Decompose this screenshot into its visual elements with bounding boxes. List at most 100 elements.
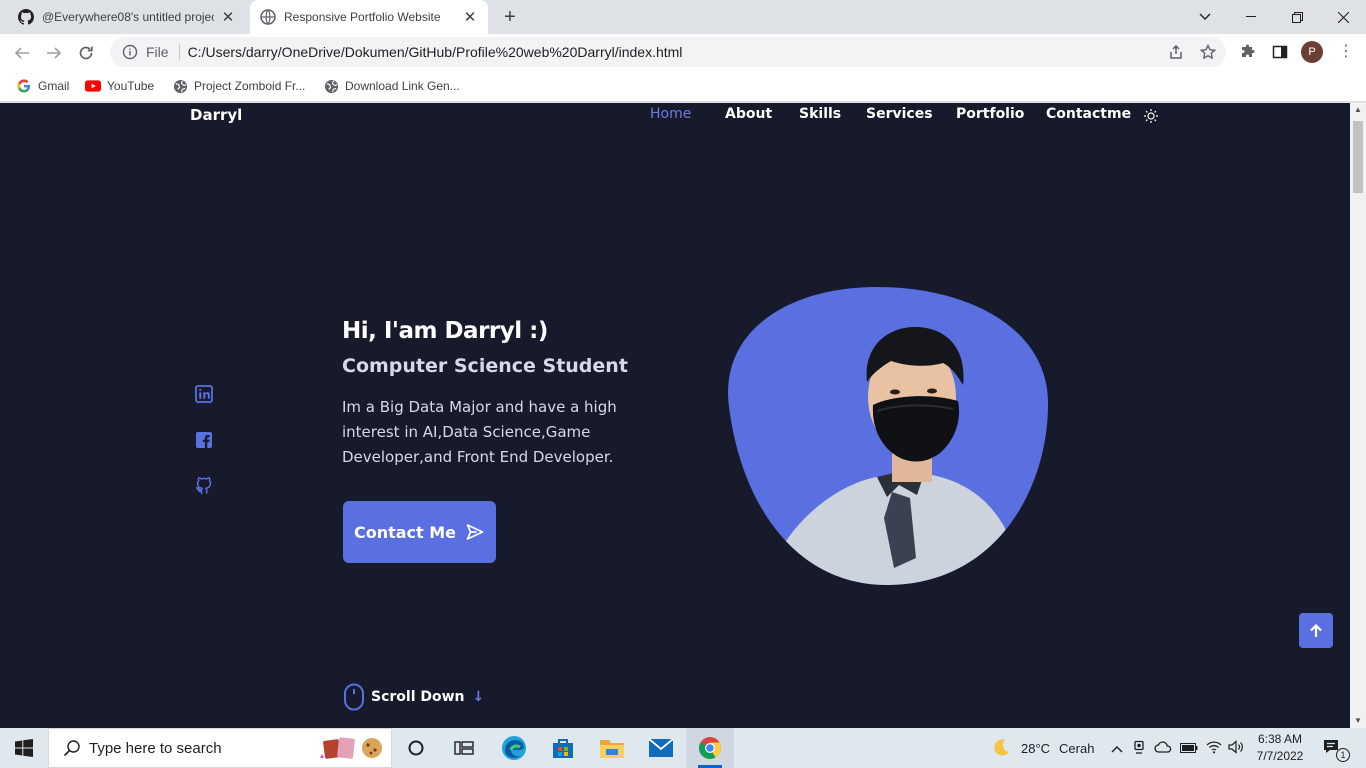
nav-skills[interactable]: Skills (799, 106, 866, 122)
youtube-icon (85, 78, 101, 94)
close-icon[interactable]: ✕ (462, 8, 478, 26)
windows-logo-icon (15, 739, 33, 757)
bookmark-label: Project Zomboid Fr... (194, 79, 306, 93)
send-icon (466, 524, 484, 540)
tab-search-chevron-icon[interactable] (1182, 0, 1228, 34)
search-icon (63, 740, 80, 757)
wifi-icon[interactable] (1206, 740, 1222, 757)
google-icon (16, 78, 32, 94)
close-window-icon[interactable] (1320, 0, 1366, 34)
bookmark-label: Download Link Gen... (345, 79, 460, 93)
share-icon[interactable] (1166, 42, 1186, 62)
linkedin-icon[interactable] (195, 385, 213, 403)
address-bar[interactable]: File C:/Users/darry/OneDrive/Dokumen/Git… (110, 37, 1226, 67)
bookmark-youtube[interactable]: YouTube (85, 76, 154, 96)
search-placeholder: Type here to search (89, 739, 222, 757)
tab-portfolio[interactable]: Responsive Portfolio Website ✕ (250, 0, 488, 34)
new-tab-button[interactable]: + (498, 5, 522, 29)
forward-arrow-icon[interactable] (43, 42, 65, 64)
weather-widget[interactable]: 28°C Cerah (990, 728, 1094, 768)
contact-me-button[interactable]: Contact Me (343, 501, 496, 563)
more-menu-icon[interactable]: ⋮ (1336, 42, 1356, 62)
tab-title: Responsive Portfolio Website (284, 10, 441, 24)
bookmark-label: Gmail (38, 79, 70, 93)
hero-title: Hi, I'am Darryl :) (342, 318, 548, 344)
nav-services[interactable]: Services (866, 106, 956, 122)
site-logo[interactable]: Darryl (190, 106, 242, 124)
browser-toolbar: File C:/Users/darry/OneDrive/Dokumen/Git… (0, 34, 1366, 70)
moon-icon (994, 739, 1009, 756)
minimize-icon[interactable] (1228, 0, 1274, 34)
show-hidden-icons-chevron-icon[interactable] (1110, 741, 1124, 756)
task-view-icon[interactable] (440, 728, 488, 768)
scroll-down-label: Scroll Down (371, 689, 465, 705)
url-text[interactable]: C:/Users/darry/OneDrive/Dokumen/GitHub/P… (188, 44, 683, 60)
reload-icon[interactable] (75, 42, 97, 64)
mouse-icon (344, 683, 364, 711)
system-tray (1110, 728, 1244, 768)
contact-me-label: Contact Me (353, 522, 457, 542)
bookmark-download-link[interactable]: Download Link Gen... (323, 76, 460, 96)
clock-time: 6:38 AM (1257, 732, 1303, 746)
scrollbar-thumb[interactable] (1353, 121, 1363, 193)
meet-now-icon[interactable] (1132, 740, 1146, 757)
close-icon[interactable]: ✕ (220, 8, 236, 26)
globe-icon (172, 78, 188, 94)
taskbar-clock[interactable]: 6:38 AM 7/7/2022 (1248, 731, 1312, 765)
github-icon[interactable] (195, 477, 213, 495)
nav-portfolio[interactable]: Portfolio (956, 106, 1046, 122)
weather-condition: Cerah (1059, 740, 1095, 756)
file-explorer-icon[interactable] (588, 728, 636, 768)
github-icon (18, 9, 34, 25)
start-button[interactable] (0, 728, 48, 768)
onedrive-cloud-icon[interactable] (1154, 740, 1172, 756)
sun-icon[interactable] (1143, 108, 1159, 124)
battery-icon[interactable] (1180, 741, 1198, 756)
weather-temp: 28°C (1021, 740, 1051, 756)
microsoft-store-icon[interactable] (539, 728, 587, 768)
bookmark-star-icon[interactable] (1198, 42, 1218, 62)
hero-description: Im a Big Data Major and have a high inte… (342, 398, 617, 466)
browser-tab-strip: @Everywhere08's untitled project ✕ Respo… (0, 0, 1366, 34)
notification-count-badge: 1 (1336, 748, 1350, 762)
bookmarks-bar: Gmail YouTube Project Zomboid Fr... Down… (0, 70, 1366, 102)
search-highlight-art-icon (320, 737, 382, 759)
scroll-down-arrow-icon[interactable]: ▼ (1350, 714, 1366, 728)
page-scrollbar[interactable]: ▲ ▼ (1350, 103, 1366, 728)
arrow-up-icon (1310, 623, 1322, 637)
clock-date: 7/7/2022 (1256, 749, 1304, 763)
facebook-icon[interactable] (195, 431, 213, 449)
scroll-up-button[interactable] (1299, 613, 1333, 648)
windows-taskbar: Type here to search 28°C Cerah 6:38 AM 7… (0, 728, 1366, 768)
hero-subtitle: Computer Science Student (342, 355, 628, 377)
scroll-down-link[interactable]: Scroll Down ↓ (343, 683, 484, 711)
volume-icon[interactable] (1228, 739, 1244, 757)
chrome-icon[interactable] (686, 728, 734, 768)
profile-avatar[interactable]: P (1301, 41, 1323, 63)
tab-title: @Everywhere08's untitled project (42, 10, 214, 24)
bookmark-project-zomboid[interactable]: Project Zomboid Fr... (172, 76, 305, 96)
scroll-up-arrow-icon[interactable]: ▲ (1350, 103, 1366, 117)
scheme-label: File (146, 44, 169, 60)
side-panel-icon[interactable] (1270, 42, 1290, 62)
globe-icon (260, 9, 276, 25)
mail-icon[interactable] (637, 728, 685, 768)
site-nav: Home About Skills Services Portfolio Con… (650, 106, 1146, 122)
info-icon[interactable] (122, 44, 138, 60)
address-divider (178, 44, 180, 60)
globe-icon (323, 78, 339, 94)
extensions-puzzle-icon[interactable] (1238, 42, 1258, 62)
page-viewport: Darryl Home About Skills Services Portfo… (0, 103, 1350, 728)
action-center-button[interactable]: 1 (1322, 728, 1350, 768)
back-arrow-icon[interactable] (11, 42, 33, 64)
bookmark-label: YouTube (107, 79, 155, 93)
nav-contactme[interactable]: Contactme (1046, 106, 1146, 122)
edge-icon[interactable] (490, 728, 538, 768)
nav-home[interactable]: Home (650, 106, 725, 122)
restore-icon[interactable] (1274, 0, 1320, 34)
nav-about[interactable]: About (725, 106, 799, 122)
profile-photo-blob (728, 287, 1049, 585)
cortana-icon[interactable] (392, 728, 440, 768)
bookmark-gmail[interactable]: Gmail (16, 76, 69, 96)
tab-github-project[interactable]: @Everywhere08's untitled project ✕ (8, 0, 246, 34)
